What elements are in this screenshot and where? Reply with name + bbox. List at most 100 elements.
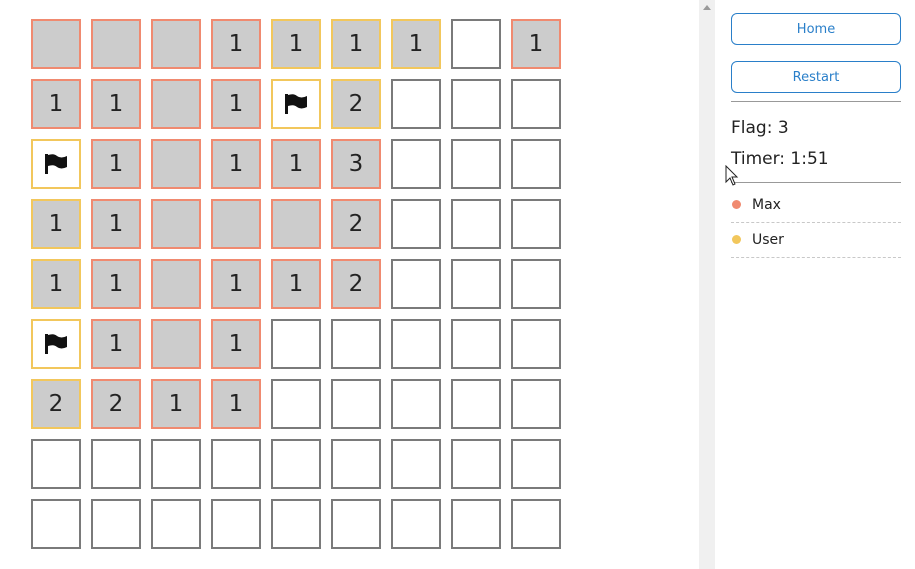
hidden-cell[interactable] [271, 379, 321, 429]
hidden-cell[interactable] [451, 139, 501, 189]
hidden-cell[interactable] [511, 499, 561, 549]
revealed-cell[interactable] [151, 79, 201, 129]
cell-number: 1 [48, 91, 64, 117]
hidden-cell[interactable] [451, 19, 501, 69]
revealed-cell[interactable] [151, 319, 201, 369]
hidden-cell[interactable] [91, 499, 141, 549]
hidden-cell[interactable] [331, 379, 381, 429]
hidden-cell[interactable] [391, 379, 441, 429]
flagged-cell[interactable] [271, 79, 321, 129]
flagged-cell[interactable] [31, 319, 81, 369]
revealed-cell[interactable] [91, 19, 141, 69]
revealed-cell[interactable] [31, 19, 81, 69]
revealed-cell[interactable]: 1 [391, 19, 441, 69]
revealed-cell[interactable]: 1 [91, 319, 141, 369]
hidden-cell[interactable] [511, 379, 561, 429]
restart-button[interactable]: Restart [731, 61, 901, 93]
hidden-cell[interactable] [211, 439, 261, 489]
revealed-cell[interactable]: 1 [211, 319, 261, 369]
revealed-cell[interactable]: 1 [151, 379, 201, 429]
hidden-cell[interactable] [271, 319, 321, 369]
hidden-cell[interactable] [391, 319, 441, 369]
hidden-cell[interactable] [511, 199, 561, 249]
revealed-cell[interactable]: 1 [31, 199, 81, 249]
revealed-cell[interactable]: 1 [91, 79, 141, 129]
hidden-cell[interactable] [391, 139, 441, 189]
player-name: User [752, 231, 784, 248]
revealed-cell[interactable]: 1 [91, 259, 141, 309]
home-button[interactable]: Home [731, 13, 901, 45]
hidden-cell[interactable] [151, 499, 201, 549]
revealed-cell[interactable] [271, 199, 321, 249]
revealed-cell[interactable]: 1 [211, 19, 261, 69]
revealed-cell[interactable]: 2 [331, 199, 381, 249]
hidden-cell[interactable] [331, 319, 381, 369]
revealed-cell[interactable] [151, 19, 201, 69]
revealed-cell[interactable] [151, 259, 201, 309]
revealed-cell[interactable]: 1 [511, 19, 561, 69]
revealed-cell[interactable]: 1 [91, 199, 141, 249]
hidden-cell[interactable] [451, 79, 501, 129]
hidden-cell[interactable] [391, 499, 441, 549]
revealed-cell[interactable]: 3 [331, 139, 381, 189]
hidden-cell[interactable] [451, 199, 501, 249]
revealed-cell[interactable]: 2 [91, 379, 141, 429]
hidden-cell[interactable] [31, 499, 81, 549]
revealed-cell[interactable]: 1 [31, 259, 81, 309]
hidden-cell[interactable] [511, 79, 561, 129]
flagged-cell[interactable] [31, 139, 81, 189]
hidden-cell[interactable] [451, 499, 501, 549]
revealed-cell[interactable]: 1 [271, 259, 321, 309]
revealed-cell[interactable]: 1 [211, 139, 261, 189]
revealed-cell[interactable]: 1 [91, 139, 141, 189]
hidden-cell[interactable] [511, 439, 561, 489]
revealed-cell[interactable]: 1 [211, 79, 261, 129]
flag-counter: Flag: 3 [731, 118, 789, 138]
revealed-cell[interactable]: 2 [331, 259, 381, 309]
cell-number: 1 [408, 31, 424, 57]
hidden-cell[interactable] [511, 139, 561, 189]
hidden-cell[interactable] [511, 319, 561, 369]
hidden-cell[interactable] [151, 439, 201, 489]
flag-icon [44, 153, 68, 175]
revealed-cell[interactable] [151, 199, 201, 249]
hidden-cell[interactable] [271, 499, 321, 549]
revealed-cell[interactable]: 1 [211, 259, 261, 309]
cell-number: 1 [108, 151, 124, 177]
hidden-cell[interactable] [91, 439, 141, 489]
hidden-cell[interactable] [331, 439, 381, 489]
hidden-cell[interactable] [451, 379, 501, 429]
cell-number: 1 [288, 31, 304, 57]
revealed-cell[interactable]: 2 [331, 79, 381, 129]
cell-number: 1 [168, 391, 184, 417]
scroll-up-arrow-icon[interactable] [703, 5, 711, 10]
hidden-cell[interactable] [451, 439, 501, 489]
cell-number: 1 [228, 331, 244, 357]
scrollbar[interactable] [699, 0, 715, 569]
cell-number: 1 [48, 211, 64, 237]
hidden-cell[interactable] [391, 259, 441, 309]
revealed-cell[interactable] [211, 199, 261, 249]
hidden-cell[interactable] [451, 319, 501, 369]
revealed-cell[interactable]: 1 [211, 379, 261, 429]
player-item-user: User [731, 222, 901, 258]
hidden-cell[interactable] [391, 199, 441, 249]
hidden-cell[interactable] [391, 79, 441, 129]
cell-number: 1 [228, 271, 244, 297]
revealed-cell[interactable] [151, 139, 201, 189]
hidden-cell[interactable] [331, 499, 381, 549]
revealed-cell[interactable]: 1 [271, 19, 321, 69]
cell-number: 1 [228, 151, 244, 177]
revealed-cell[interactable]: 1 [331, 19, 381, 69]
cell-number: 2 [108, 391, 124, 417]
hidden-cell[interactable] [271, 439, 321, 489]
hidden-cell[interactable] [391, 439, 441, 489]
revealed-cell[interactable]: 1 [31, 79, 81, 129]
revealed-cell[interactable]: 2 [31, 379, 81, 429]
hidden-cell[interactable] [511, 259, 561, 309]
revealed-cell[interactable]: 1 [271, 139, 321, 189]
hidden-cell[interactable] [211, 499, 261, 549]
cell-number: 1 [108, 91, 124, 117]
hidden-cell[interactable] [31, 439, 81, 489]
hidden-cell[interactable] [451, 259, 501, 309]
